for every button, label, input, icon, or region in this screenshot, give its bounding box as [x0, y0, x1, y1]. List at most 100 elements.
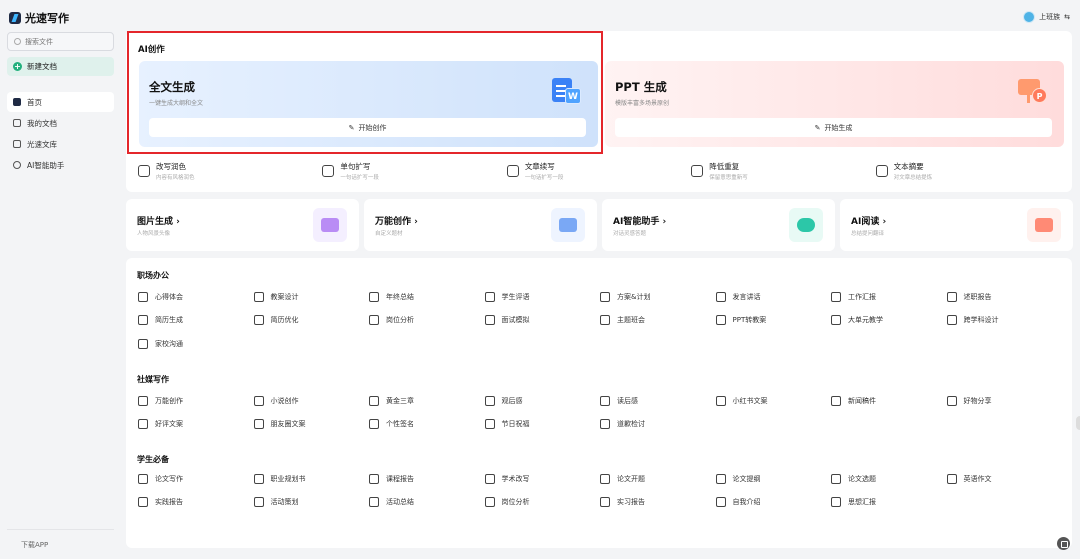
sidebar: 光速写作 + 新建文档 首页 我的文档 光速文库 AI智能助手 下载APP: [0, 0, 120, 559]
template-item[interactable]: 英语作文: [946, 467, 1063, 491]
template-item[interactable]: 思想汇报: [831, 491, 947, 515]
tool-subtitle: 一句话扩写一段: [524, 175, 564, 181]
template-item[interactable]: 小红书文案: [715, 389, 832, 413]
template-item[interactable]: PPT转教案: [715, 309, 832, 333]
search-box[interactable]: [7, 32, 114, 51]
template-item[interactable]: 活动策划: [253, 491, 370, 515]
tool-continue[interactable]: 文章续写 一句话扩写一段: [506, 161, 691, 181]
template-item[interactable]: 跨学科设计: [946, 309, 1063, 333]
template-label: 教案设计: [270, 292, 299, 301]
template-item[interactable]: 好物分享: [946, 389, 1063, 413]
template-item[interactable]: 论文写作: [138, 467, 254, 491]
start-create-button[interactable]: ✎ 开始创作: [149, 118, 586, 137]
template-item[interactable]: 学生评语: [484, 285, 601, 309]
sidebar-item-ai-assistant[interactable]: AI智能助手: [7, 155, 114, 175]
full-text-card[interactable]: 全文生成 一键生成大纲和全文 W ✎ 开始创作: [139, 61, 598, 147]
template-item[interactable]: 论文开题: [600, 467, 716, 491]
library-icon: [13, 140, 21, 148]
template-icon: [600, 315, 610, 326]
template-label: 道歉检讨: [617, 420, 645, 429]
template-item[interactable]: 发言讲话: [715, 285, 832, 309]
search-input[interactable]: [25, 37, 105, 46]
switch-icon: ⇆: [1064, 13, 1070, 21]
template-item[interactable]: 简历优化: [253, 309, 370, 333]
template-item[interactable]: 黄金三章: [369, 389, 485, 413]
quick-card-universal[interactable]: 万能创作 › 自定义题材: [364, 199, 597, 251]
category-title-student: 学生必备: [137, 455, 169, 464]
template-item[interactable]: 岗位分析: [484, 491, 601, 515]
sidebar-item-label: 光速文库: [27, 139, 57, 149]
side-handle[interactable]: [1076, 416, 1080, 430]
template-item[interactable]: 家校沟通: [138, 332, 254, 356]
quick-card-reading[interactable]: AI阅读 › 总结提问翻译: [840, 199, 1073, 251]
template-icon: [484, 395, 495, 406]
template-item[interactable]: 职业规划书: [253, 467, 370, 491]
tool-reduce-dup[interactable]: 降低重复 保留意思重新写: [691, 161, 875, 181]
category-grid-student: 论文写作 职业规划书 课程报告 学术改写 论文开题 论文提纲 论文选题 英语作文实践报告 活动策…: [138, 467, 1062, 514]
avatar: [1023, 11, 1036, 23]
template-item[interactable]: 万能创作: [138, 389, 254, 413]
template-item[interactable]: 主题班会: [600, 309, 716, 333]
word-doc-icon: W: [549, 75, 585, 107]
doc-icon: [13, 119, 21, 127]
template-icon: [138, 395, 148, 406]
template-item[interactable]: 小说创作: [253, 389, 370, 413]
sidebar-item-home[interactable]: 首页: [7, 92, 114, 112]
template-item[interactable]: 读后感: [600, 389, 716, 413]
template-item[interactable]: 简历生成: [138, 309, 254, 333]
template-item[interactable]: 自我介绍: [715, 491, 832, 515]
template-icon: [253, 395, 264, 406]
template-item[interactable]: 课程报告: [369, 467, 485, 491]
start-generate-button[interactable]: ✎ 开始生成: [615, 118, 1052, 137]
tool-summary[interactable]: 文本摘要 对文章总结提炼: [875, 161, 1060, 181]
app-logo[interactable]: 光速写作: [9, 10, 69, 26]
template-item[interactable]: 学术改写: [484, 467, 601, 491]
sidebar-item-library[interactable]: 光速文库: [7, 134, 114, 154]
template-item[interactable]: 方案&计划: [600, 285, 716, 309]
quick-card-assistant[interactable]: AI智能助手 › 对话灵感答题: [602, 199, 835, 251]
template-item[interactable]: 面试模拟: [484, 309, 601, 333]
template-item[interactable]: 工作汇报: [831, 285, 947, 309]
template-item[interactable]: 实习报告: [600, 491, 716, 515]
template-item[interactable]: 论文提纲: [715, 467, 832, 491]
sidebar-item-my-docs[interactable]: 我的文档: [7, 113, 114, 133]
template-item[interactable]: 个性签名: [369, 413, 485, 437]
template-icon: [484, 291, 495, 302]
template-label: 年终总结: [386, 292, 414, 301]
tool-expand[interactable]: 单句扩写 一句话扩写一段: [322, 161, 506, 181]
template-item[interactable]: 节日祝福: [484, 413, 601, 437]
template-item[interactable]: 实践报告: [138, 491, 254, 515]
tool-rewrite[interactable]: 改写润色 内容有风格润色: [138, 161, 322, 181]
quick-subtitle: 人物风景头像: [137, 231, 171, 237]
template-item[interactable]: 教案设计: [253, 285, 370, 309]
template-item[interactable]: 年终总结: [369, 285, 485, 309]
download-app-link[interactable]: 下载APP: [7, 529, 114, 559]
template-label: 职业规划书: [270, 474, 306, 483]
template-item[interactable]: 朋友圈文案: [253, 413, 370, 437]
start-create-label: 开始创作: [358, 123, 387, 132]
sidebar-item-label: 首页: [27, 97, 42, 107]
user-menu[interactable]: 上班族 ⇆: [1023, 11, 1070, 23]
quick-title: AI阅读 ›: [851, 217, 887, 227]
template-item[interactable]: 新闻稿件: [831, 389, 947, 413]
new-document-button[interactable]: + 新建文档: [7, 57, 114, 76]
category-grid-social: 万能创作 小说创作 黄金三章 观后感 读后感 小红书文案 新闻稿件 好物分享好评文案 朋友圈文案…: [138, 389, 1062, 436]
quick-card-image[interactable]: 图片生成 › 人物风景头像: [126, 199, 359, 251]
template-item[interactable]: 好评文案: [138, 413, 254, 437]
template-item[interactable]: 观后感: [484, 389, 601, 413]
ai-creation-panel: AI创作 全文生成 一键生成大纲和全文 W ✎ 开始创作 PPT 生成 模版丰富…: [126, 31, 1072, 192]
template-item[interactable]: 述职报告: [946, 285, 1063, 309]
template-item[interactable]: 论文选题: [831, 467, 947, 491]
ppt-card[interactable]: PPT 生成 模版丰富多场景原创 P ✎ 开始生成: [605, 61, 1064, 147]
template-label: 实践报告: [155, 498, 183, 507]
template-item[interactable]: 心得体会: [138, 285, 254, 309]
template-item[interactable]: 岗位分析: [369, 309, 485, 333]
template-icon: [369, 473, 379, 484]
template-label: 主题班会: [617, 316, 645, 325]
template-item[interactable]: 大单元教学: [831, 309, 947, 333]
template-item[interactable]: 活动总结: [369, 491, 485, 515]
template-label: 岗位分析: [501, 498, 530, 507]
template-label: 课程报告: [386, 474, 414, 483]
template-item[interactable]: 道歉检讨: [600, 413, 716, 437]
feedback-button[interactable]: [1057, 537, 1070, 550]
